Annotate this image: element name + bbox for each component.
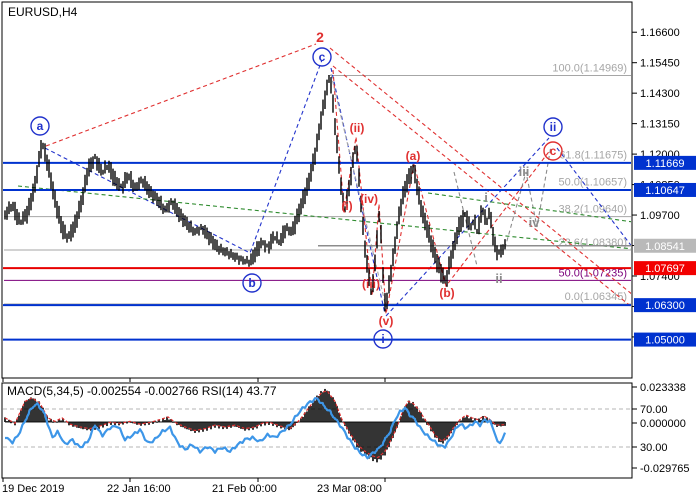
- macd-axis-label: 30.00: [640, 442, 668, 454]
- price-badge-label: 1.05000: [645, 335, 685, 347]
- wave-letter: b: [248, 276, 255, 290]
- time-axis-label: 23 Mar 08:00: [317, 483, 382, 495]
- fib-level-label: 0.0(1.06345): [565, 291, 627, 303]
- wave-label-circled: ii: [544, 118, 562, 136]
- price-badge-label: 1.08541: [645, 241, 685, 253]
- main-chart-pane[interactable]: 100.0(1.14969) 61.8(1.11675) 50.0(1.10657)…: [3, 29, 633, 348]
- price-badge: 1.06300: [634, 298, 696, 312]
- symbol-title: EURUSD,H4: [8, 5, 78, 19]
- axis-tick-label: 1.14300: [640, 88, 680, 100]
- axis-tick-label: 1.16600: [640, 27, 680, 39]
- price-badge: 1.05000: [634, 333, 696, 347]
- wave-label-grey: iv: [529, 215, 541, 230]
- time-axis-label: 19 Dec 2019: [2, 483, 64, 495]
- macd-histogram: [5, 389, 505, 462]
- price-badge: 1.07697: [634, 261, 696, 275]
- macd-axis-label: 70.00: [640, 404, 668, 416]
- chart-window: 100.0(1.14969) 61.8(1.11675) 50.0(1.10657)…: [0, 0, 700, 500]
- wave-label-circled: c: [313, 48, 331, 66]
- indicator-label: MACD(5,34,5) -0.002554 -0.002766 RSI(14)…: [7, 384, 277, 398]
- price-badge-label: 1.06300: [645, 300, 685, 312]
- fib-level-label: 50.0(1.10657): [559, 177, 628, 189]
- macd-pane[interactable]: [3, 389, 632, 462]
- wave-label-red: (v): [379, 314, 394, 328]
- wave-label-grey: ii: [495, 271, 502, 286]
- wave-label-circled: a: [31, 117, 49, 135]
- fib-level-label: 38.2(1.09640): [559, 204, 628, 216]
- wave-label-grey: iii: [519, 164, 530, 179]
- macd-axis-label: 0.000000: [640, 418, 686, 430]
- price-badge-label: 1.07697: [645, 263, 685, 275]
- axis-tick-label: 1.15450: [640, 58, 680, 70]
- trend-line: [18, 186, 633, 249]
- time-axis-label: 22 Jan 16:00: [107, 483, 171, 495]
- macd-axis-label: -0.029765: [640, 463, 690, 475]
- fib-level-label: 61.8(1.11675): [559, 150, 627, 162]
- time-axis-label: 21 Feb 00:00: [212, 483, 277, 495]
- price-axis: 1.166001.154501.143001.131501.120001.108…: [632, 27, 696, 346]
- wave-label-red: (ii): [350, 121, 365, 135]
- chart-canvas[interactable]: 100.0(1.14969) 61.8(1.11675) 50.0(1.10657)…: [0, 0, 700, 500]
- trend-line: [454, 172, 477, 266]
- wave-label-red: (iv): [360, 192, 378, 206]
- wave-label-grey: i: [484, 190, 488, 205]
- fib-level-label: 50.0(1.07235): [559, 267, 628, 279]
- price-badge-label: 1.11669: [646, 158, 685, 170]
- macd-axis: 0.023338 70.00 0.000000 30.00 -0.029765: [632, 382, 690, 475]
- price-badge: 1.10647: [634, 183, 696, 197]
- rsi-line: [5, 398, 505, 458]
- wave-label-red: (a): [406, 149, 421, 163]
- axis-tick-label: 1.09700: [640, 210, 680, 222]
- wave-label-red: 2: [316, 29, 324, 45]
- wave-label-red: (i): [341, 199, 352, 213]
- wave-letter: c: [550, 144, 557, 158]
- axis-tick-label: 1.13150: [640, 119, 680, 131]
- trend-line: [505, 146, 551, 248]
- wave-label-red: (iii): [362, 277, 380, 291]
- wave-letter: ii: [550, 120, 557, 134]
- macd-axis-label: 0.023338: [640, 382, 686, 394]
- price-badge-label: 1.10647: [645, 185, 685, 197]
- wave-label-red: (b): [439, 286, 454, 300]
- wave-letter: a: [37, 119, 44, 133]
- trend-line: [46, 44, 316, 146]
- wave-label-circled: b: [243, 274, 261, 292]
- price-badge: 1.11669: [634, 156, 696, 170]
- price-badge: 1.08541: [634, 239, 696, 253]
- fib-level-label: 100.0(1.14969): [552, 62, 627, 74]
- wave-letter: c: [319, 50, 326, 64]
- wave-letter: i: [381, 332, 384, 346]
